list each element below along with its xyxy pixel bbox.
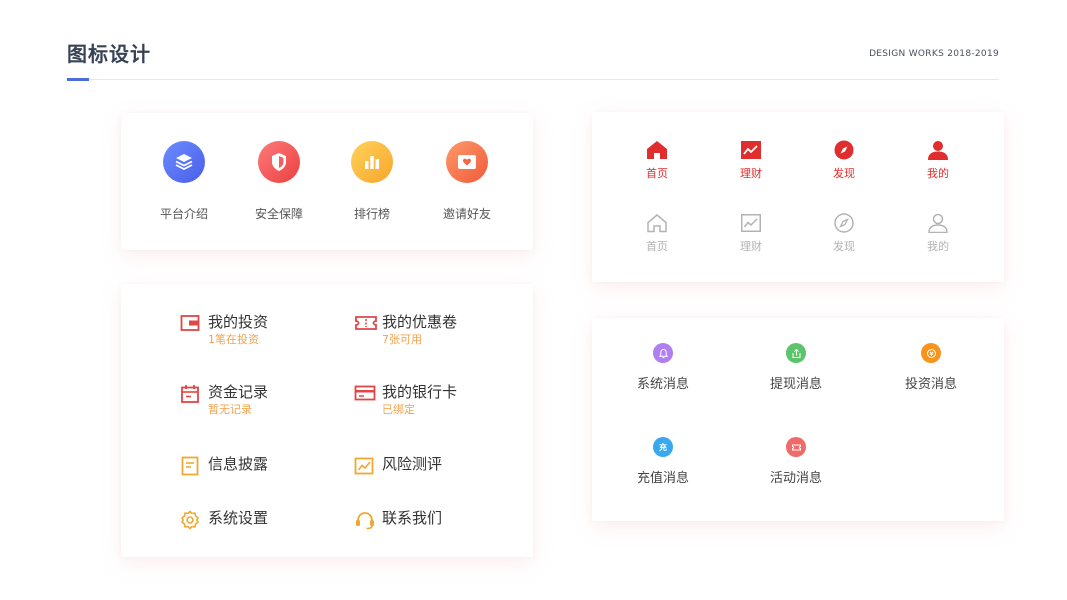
message-activity[interactable]: 活动消息 [746, 437, 846, 486]
feature-security[interactable]: 安全保障 [234, 141, 324, 222]
message-investment[interactable]: 投资消息 [881, 343, 981, 392]
tab-label: 首页 [646, 167, 668, 180]
feature-platform-intro[interactable]: 平台介绍 [139, 141, 229, 222]
tab-label: 首页 [646, 240, 668, 253]
header-divider [67, 79, 999, 80]
tab-label: 我的 [927, 240, 949, 253]
message-label: 提现消息 [769, 377, 822, 392]
feature-ranking[interactable]: 排行榜 [327, 141, 417, 222]
invest-icon [921, 343, 941, 363]
home-outline-icon [647, 214, 667, 233]
message-system[interactable]: 系统消息 [613, 343, 713, 392]
tab-home-inactive[interactable]: 首页 [627, 213, 687, 254]
bank-card-icon [354, 385, 376, 401]
withdraw-icon [786, 343, 806, 363]
tab-discover-active[interactable]: 发现 [814, 140, 874, 181]
document-icon [181, 456, 199, 476]
envelope-heart-icon [446, 141, 488, 183]
tab-discover-inactive[interactable]: 发现 [814, 213, 874, 254]
trend-chart-outline-icon [741, 214, 761, 232]
compass-icon [834, 140, 854, 160]
messages-card: 系统消息 提现消息 投资消息 充 充值消息 活动消息 [592, 318, 1004, 521]
tab-finance-inactive[interactable]: 理财 [721, 213, 781, 254]
user-outline-icon [928, 213, 948, 233]
design-works-label: DESIGN WORKS 2018-2019 [869, 49, 999, 59]
bar-chart-icon [351, 141, 393, 183]
header-accent-bar [67, 78, 89, 81]
compass-outline-icon [834, 213, 854, 233]
tab-home-active[interactable]: 首页 [627, 140, 687, 181]
tab-mine-inactive[interactable]: 我的 [908, 213, 968, 254]
recharge-icon: 充 [653, 437, 673, 457]
message-label: 系统消息 [636, 377, 689, 392]
feature-label: 邀请好友 [442, 207, 491, 221]
tab-label: 我的 [927, 167, 949, 180]
message-recharge[interactable]: 充 充值消息 [613, 437, 713, 486]
tab-finance-active[interactable]: 理财 [721, 140, 781, 181]
message-label: 活动消息 [769, 471, 822, 486]
tab-label: 理财 [740, 167, 762, 180]
message-withdraw[interactable]: 提现消息 [746, 343, 846, 392]
feature-card: 平台介绍 安全保障 排行榜 邀请好友 [121, 113, 533, 250]
message-label: 充值消息 [636, 471, 689, 486]
calendar-icon [181, 385, 199, 403]
feature-label: 安全保障 [254, 207, 303, 221]
shield-icon [258, 141, 300, 183]
message-label: 投资消息 [904, 377, 957, 392]
tab-label: 发现 [833, 167, 855, 180]
feature-invite-friends[interactable]: 邀请好友 [422, 141, 512, 222]
ticket-icon [786, 437, 806, 457]
feature-label: 排行榜 [353, 207, 390, 221]
coupon-icon [355, 316, 377, 330]
wallet-icon [180, 315, 200, 331]
tab-mine-active[interactable]: 我的 [908, 140, 968, 181]
trend-chart-icon [741, 141, 761, 159]
risk-chart-icon [354, 457, 374, 475]
gear-icon [181, 510, 199, 530]
home-icon [647, 141, 667, 159]
tab-label: 理财 [740, 240, 762, 253]
menu-card: 我的投资 1笔在投资 我的优惠卷 7张可用 资金记录 暂无记录 我的银行卡 已绑… [121, 284, 533, 557]
feature-label: 平台介绍 [159, 207, 208, 221]
tab-label: 发现 [833, 240, 855, 253]
bell-icon [653, 343, 673, 363]
user-icon [928, 141, 948, 160]
layers-icon [163, 141, 205, 183]
tabbar-card: 首页 理财 发现 我的 首页 理财 发现 我的 [592, 112, 1004, 282]
headset-icon [356, 512, 374, 530]
page-title: 图标设计 [67, 42, 151, 66]
